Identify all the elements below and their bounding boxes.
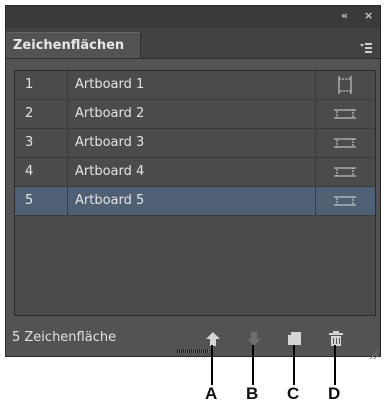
- callout-label-a: A: [205, 384, 218, 403]
- artboard-name[interactable]: Artboard 2: [75, 106, 144, 121]
- move-down-icon[interactable]: [246, 331, 262, 347]
- artboard-row[interactable]: 2 Artboard 2: [15, 100, 375, 129]
- artboard-row[interactable]: 3 Artboard 3: [15, 129, 375, 158]
- collapse-icon[interactable]: «: [341, 9, 348, 22]
- callout-line-d: [334, 345, 336, 385]
- delete-icon[interactable]: [328, 331, 344, 347]
- callout-label-d: D: [328, 384, 341, 403]
- move-up-icon[interactable]: [205, 331, 221, 347]
- artboard-name[interactable]: Artboard 3: [75, 135, 144, 150]
- tab-row: Zeichenflächen: [6, 28, 380, 59]
- artboard-options-icon[interactable]: [315, 100, 375, 128]
- artboard-number: 1: [15, 71, 68, 99]
- artboard-name[interactable]: Artboard 4: [75, 164, 144, 179]
- artboard-name[interactable]: Artboard 1: [75, 77, 144, 92]
- artboard-number: 2: [15, 100, 68, 128]
- callout-line-c: [293, 345, 295, 385]
- tab-zeichenflaechen[interactable]: Zeichenflächen: [6, 32, 141, 58]
- artboards-panel: « × Zeichenflächen 1 Artboard 1 2 Artboa…: [5, 5, 381, 360]
- callout-label-c: C: [287, 384, 300, 403]
- callout-line-a: [211, 345, 213, 385]
- resize-grip-icon[interactable]: [368, 344, 379, 360]
- close-icon[interactable]: ×: [364, 9, 373, 22]
- artboard-number: 5: [15, 187, 68, 215]
- artboard-options-icon[interactable]: [315, 129, 375, 157]
- artboard-count: 5 Zeichenfläche: [12, 330, 117, 345]
- panel-drag-handle[interactable]: [177, 349, 209, 353]
- artboard-row-selected[interactable]: 5 Artboard 5: [15, 187, 375, 216]
- callout-label-b: B: [246, 384, 259, 403]
- artboard-list: 1 Artboard 1 2 Artboard 2 3 Artboard 3 4…: [14, 70, 376, 316]
- artboard-number: 3: [15, 129, 68, 157]
- panel-titlebar: « ×: [6, 6, 380, 29]
- callout-line-b: [252, 345, 254, 385]
- new-artboard-icon[interactable]: [287, 331, 303, 347]
- artboard-options-icon[interactable]: [315, 71, 375, 99]
- artboard-options-icon[interactable]: [315, 187, 375, 215]
- artboard-name[interactable]: Artboard 5: [75, 193, 144, 208]
- artboard-row[interactable]: 4 Artboard 4: [15, 158, 375, 187]
- panel-menu-icon[interactable]: [360, 38, 372, 53]
- artboard-options-icon[interactable]: [315, 158, 375, 186]
- artboard-number: 4: [15, 158, 68, 186]
- artboard-row[interactable]: 1 Artboard 1: [15, 71, 375, 100]
